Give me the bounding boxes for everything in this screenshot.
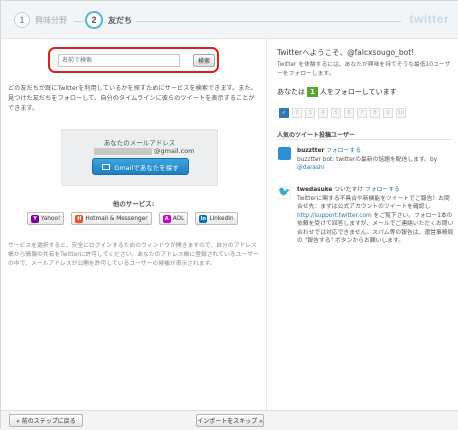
user-name[interactable]: twedasuke xyxy=(297,187,332,193)
redacted-username xyxy=(94,147,152,155)
step-connector xyxy=(136,21,401,22)
twitter-logo: twitter xyxy=(409,12,449,26)
find-friends-panel: 検索 どの友だちが既にTwitterを利用しているかを探すためにサービスを検索で… xyxy=(1,39,266,410)
follow-count: 1 xyxy=(307,87,318,97)
follow-suffix: 人をフォローしています xyxy=(319,88,397,96)
follow-status: あなたは 1 人をフォローしています xyxy=(277,87,397,97)
user-bio: buzztter bot: twitterの最新の話題を配信します。by xyxy=(297,156,438,163)
bottom-bar: « 前のステップに戻る インポートをスキップ » xyxy=(1,410,458,430)
mail-title: あなたのメールアドレス xyxy=(103,139,176,147)
gmail-button-label: Gmailであなたを探す xyxy=(114,163,179,172)
progress-step: 5 xyxy=(331,108,341,118)
step-label: 興味分野 xyxy=(35,15,67,25)
progress-step: 8 xyxy=(370,108,380,118)
progress-step: 3 xyxy=(305,108,315,118)
step-number: 1 xyxy=(14,12,30,28)
yahoo-button[interactable]: Y Yahoo! xyxy=(27,212,65,225)
avatar[interactable] xyxy=(278,147,291,160)
mail-domain: @gmail.com xyxy=(154,147,195,155)
other-services-title: 他のサービス: xyxy=(112,200,155,208)
user-name[interactable]: buzztter xyxy=(297,148,324,154)
back-button[interactable]: « 前のステップに戻る xyxy=(9,414,83,427)
aol-button[interactable]: A AOL xyxy=(158,212,189,225)
step-interests[interactable]: 1 興味分野 xyxy=(14,11,67,29)
skip-import-button[interactable]: インポートをスキップ » xyxy=(196,414,264,427)
linkedin-button[interactable]: in LinkedIn xyxy=(195,212,238,225)
follow-link[interactable]: フォローする xyxy=(326,148,361,154)
user-info: buzztter フォローする buzztter bot: twitterの最新… xyxy=(297,147,455,173)
aol-icon: A xyxy=(162,214,171,223)
follow-link[interactable]: フォローする xyxy=(365,187,400,193)
follow-progress: ✓ 2 3 4 5 6 7 8 9 10 xyxy=(279,108,406,118)
progress-step: 2 xyxy=(292,108,302,118)
divider xyxy=(277,139,452,140)
steps-header: 1 興味分野 2 友だち twitter xyxy=(1,1,458,39)
progress-check-icon: ✓ xyxy=(279,108,289,118)
user-info: twedasuke ついだすけ フォローする Twitterに関する不具合や新機… xyxy=(297,186,455,246)
search-input[interactable] xyxy=(58,54,180,67)
step-friends[interactable]: 2 友だち xyxy=(85,11,132,29)
progress-step: 7 xyxy=(357,108,367,118)
welcome-heading: Twitterへようこそ、@falcxsougo_bot! xyxy=(277,48,415,57)
progress-step: 4 xyxy=(318,108,328,118)
hotmail-button[interactable]: H Hotmail & Messenger xyxy=(71,212,152,225)
suggested-user: 🐦 twedasuke ついだすけ フォローする Twitterに関する不具合や… xyxy=(278,186,456,276)
gmail-box: あなたのメールアドレス @gmail.com Gmailであなたを探す xyxy=(61,129,218,186)
user-bio: Twitterに関する不具合や新機能をツイートでご報告！お問合せ先：まずは公式ア… xyxy=(297,195,450,211)
step-number: 2 xyxy=(85,11,103,29)
step-label: 友だち xyxy=(108,15,132,25)
popular-users-title: 人気のツイート投稿ユーザー xyxy=(277,132,355,139)
progress-step: 6 xyxy=(344,108,354,118)
service-label: Yahoo! xyxy=(41,215,61,222)
search-button[interactable]: 検索 xyxy=(193,54,215,67)
service-label: Hotmail & Messenger xyxy=(85,215,148,222)
services-row: Y Yahoo! H Hotmail & Messenger A AOL in … xyxy=(27,212,238,225)
service-label: LinkedIn xyxy=(209,215,234,222)
user-handle: ついだすけ xyxy=(334,187,364,193)
mail-address: @gmail.com xyxy=(94,147,195,155)
welcome-subtitle: Twitter を体験するには、あなたが興味を持てそうな最低10ユーザーをフォロ… xyxy=(277,62,451,77)
bio-link[interactable]: @darashi xyxy=(297,165,324,171)
progress-step: 9 xyxy=(383,108,393,118)
privacy-note: サービスを選択すると、安全にログインするためのウィンドウが開きますので、自分のア… xyxy=(8,243,259,267)
suggested-user: buzztter フォローする buzztter bot: twitterの最新… xyxy=(278,147,456,177)
messenger-icon: H xyxy=(75,214,84,223)
search-highlight: 検索 xyxy=(48,47,219,73)
yahoo-icon: Y xyxy=(31,214,39,223)
sidebar: Twitterへようこそ、@falcxsougo_bot! Twitter を体… xyxy=(266,39,458,410)
progress-step: 10 xyxy=(396,108,406,118)
bio-link[interactable]: http://support.twitter.com xyxy=(297,213,372,219)
intro-text: どの友だちが既にTwitterを利用しているかを探すためにサービスを検索できます… xyxy=(8,85,257,112)
avatar[interactable]: 🐦 xyxy=(278,186,291,199)
linkedin-icon: in xyxy=(199,214,208,223)
gmail-find-button[interactable]: Gmailであなたを探す xyxy=(92,158,189,175)
envelope-icon xyxy=(102,163,111,170)
service-label: AOL xyxy=(172,215,185,222)
page-frame: 1 興味分野 2 友だち twitter 検索 どの友だちが既にTwitterを… xyxy=(0,0,458,430)
follow-prefix: あなたは xyxy=(277,88,305,96)
step-connector xyxy=(74,21,84,22)
